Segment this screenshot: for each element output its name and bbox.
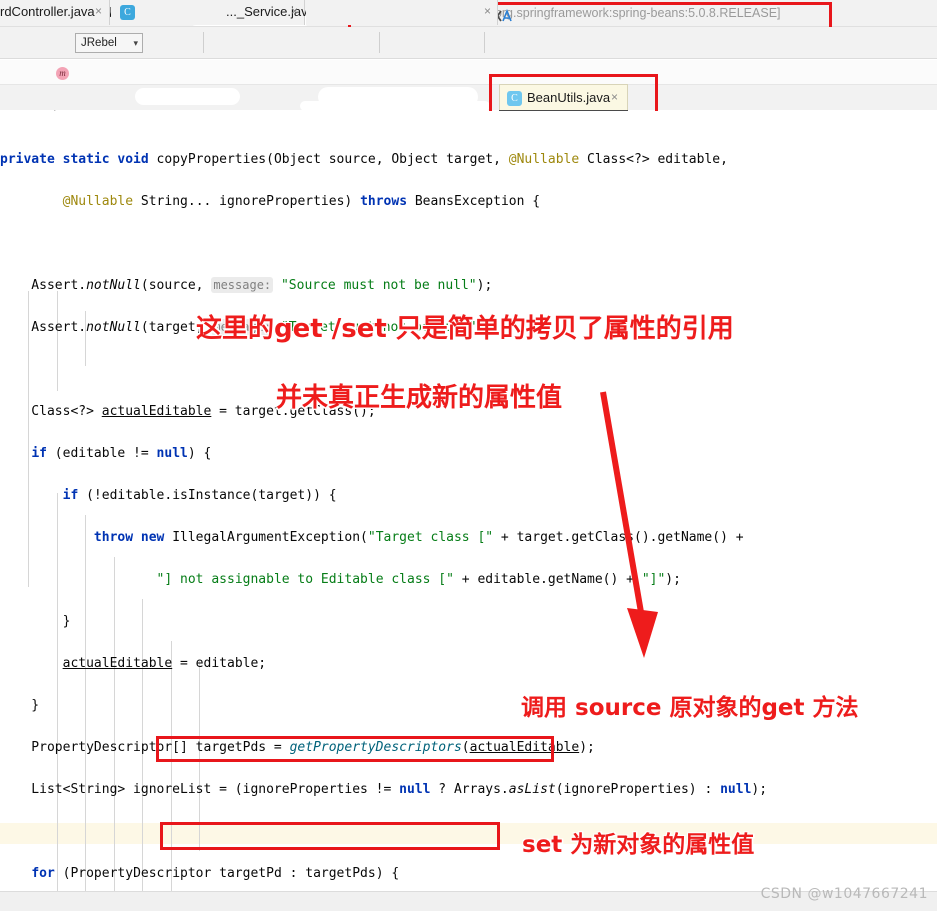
editor-tab-hidden[interactable]: × <box>306 0 498 25</box>
code-line: @Nullable String... ignoreProperties) th… <box>62 194 541 209</box>
annotation-note-2: 并未真正生成新的属性值 <box>276 383 563 413</box>
chevron-down-icon: ▾ <box>133 38 138 48</box>
code-line: for (PropertyDescriptor targetPd : targe… <box>31 866 400 881</box>
code-line: actualEditable = editable; <box>62 656 267 671</box>
redaction-blob <box>300 101 490 111</box>
jrebel-selector-label: JRebel <box>81 37 117 49</box>
code-content[interactable]: private static void copyProperties(Objec… <box>0 128 892 891</box>
code-line: private static void copyProperties(Objec… <box>0 152 728 167</box>
method-m-icon: m <box>56 67 69 80</box>
jrebel-config-selector[interactable]: JRebel ▾ <box>75 33 143 53</box>
code-line: throw new IllegalArgumentException("Targ… <box>93 530 744 545</box>
annotation-note-3: 调用 source 原对象的get 方法 <box>521 695 859 721</box>
annotation-note-4: set 为新对象的属性值 <box>522 832 755 858</box>
toolbar-divider <box>484 32 485 53</box>
toolbar-divider <box>379 32 380 53</box>
java-class-icon: C <box>120 5 135 20</box>
redaction-blob <box>135 88 240 105</box>
red-down-arrow-icon <box>600 391 658 658</box>
csdn-watermark: CSDN @w1047667241 <box>760 886 928 902</box>
readmethod-invoke-highlight-box <box>156 736 554 762</box>
close-icon[interactable]: × <box>484 4 491 18</box>
close-icon[interactable]: × <box>95 4 102 18</box>
writemethod-invoke-highlight-box <box>160 822 500 850</box>
code-line: if (!editable.isInstance(target)) { <box>62 488 337 503</box>
editor-tab-label: rdController.java <box>0 4 95 19</box>
code-line: List<String> ignoreList = (ignorePropert… <box>0 782 768 797</box>
code-line: if (editable != null) { <box>31 446 212 461</box>
code-editor[interactable]: private static void copyProperties(Objec… <box>0 111 937 891</box>
code-line: } <box>0 614 71 629</box>
editor-tab-service[interactable]: C ..._Service.java × <box>111 0 315 25</box>
breadcrumb-bar <box>0 60 937 85</box>
annotation-note-1: 这里的get /set 只是简单的拷贝了属性的引用 <box>196 314 734 344</box>
code-line: Assert.notNull(source, message: "Source … <box>0 277 493 293</box>
editor-tab-controller[interactable]: rdController.java × <box>0 0 110 25</box>
code-line: "] not assignable to Editable class [" +… <box>156 572 681 587</box>
editor-tab-label: ..._Service.java <box>226 4 315 19</box>
toolbar-divider <box>203 32 204 53</box>
close-icon[interactable]: × <box>291 4 298 18</box>
